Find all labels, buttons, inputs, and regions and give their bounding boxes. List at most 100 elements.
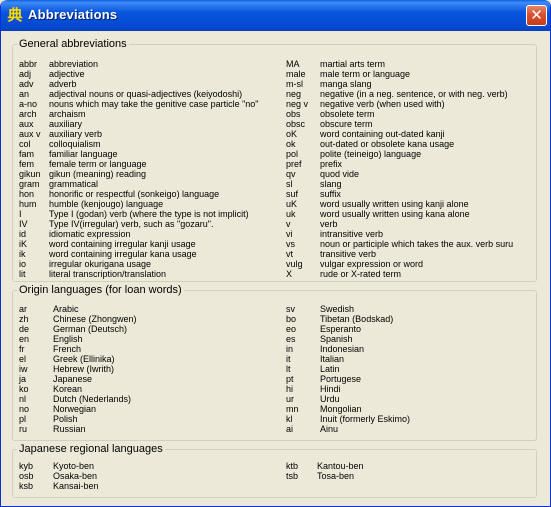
- abbreviation-description: Chinese (Zhongwen): [53, 314, 137, 324]
- abbreviation-row: de German (Deutsch): [19, 324, 137, 334]
- abbreviation-row: fem female term or language: [19, 159, 259, 169]
- close-button[interactable]: ✕: [526, 5, 547, 26]
- abbreviation-row: ok out-dated or obsolete kana usage: [286, 139, 513, 149]
- title-bar[interactable]: 典 Abbreviations ✕: [1, 0, 550, 31]
- abbreviation-code: I: [19, 209, 22, 219]
- abbreviation-row: sv Swedish: [286, 304, 410, 314]
- abbreviation-code: id: [19, 229, 27, 239]
- abbreviation-code: qv: [286, 169, 296, 179]
- abbreviation-row: ik word containing irregular kana usage: [19, 249, 259, 259]
- abbreviation-description: Arabic: [53, 304, 79, 314]
- regional-languages-legend: Japanese regional languages: [19, 443, 163, 455]
- abbreviation-description: colloquialism: [49, 139, 101, 149]
- abbreviation-row: mn Mongolian: [286, 404, 410, 414]
- abbreviation-code: sv: [286, 304, 295, 314]
- abbreviation-code: fem: [19, 159, 35, 169]
- abbreviation-code: fr: [19, 344, 25, 354]
- abbreviation-row: id idiomatic expression: [19, 229, 259, 239]
- abbreviation-row: uk word usually written using kana alone: [286, 209, 513, 219]
- abbreviation-code: hi: [286, 384, 294, 394]
- abbreviations-window: 典 Abbreviations ✕ General abbreviations …: [0, 0, 551, 507]
- abbreviation-row: pref prefix: [286, 159, 513, 169]
- abbreviation-code: ar: [19, 304, 28, 314]
- abbreviation-row: ko Korean: [19, 384, 137, 394]
- abbreviation-code: nl: [19, 394, 27, 404]
- abbreviation-row: male male term or language: [286, 69, 513, 79]
- abbreviation-description: Latin: [320, 364, 340, 374]
- abbreviation-row: abbr abbreviation: [19, 59, 259, 69]
- abbreviation-description: martial arts term: [320, 59, 386, 69]
- abbreviation-code: ok: [286, 139, 296, 149]
- abbreviation-row: pol polite (teineigo) language: [286, 149, 513, 159]
- general-left-column: abbr abbreviation adj adjective adv adverb an a…: [19, 59, 259, 279]
- abbreviation-description: noun or participle which takes the aux. …: [320, 239, 514, 249]
- abbreviation-description: female term or language: [49, 159, 147, 169]
- abbreviation-description: literal transcription/translation: [49, 269, 167, 279]
- abbreviation-row: pt Portugese: [286, 374, 410, 384]
- regional-right-column: ktb Kantou-ben tsb Tosa-ben: [286, 461, 364, 481]
- abbreviation-description: adjective: [49, 69, 85, 79]
- abbreviation-code: m-sl: [286, 79, 303, 89]
- abbreviation-description: suffix: [320, 189, 341, 199]
- abbreviation-row: I Type I (godan) verb (where the type is …: [19, 209, 259, 219]
- abbreviation-description: verb: [320, 219, 338, 229]
- abbreviation-description: nouns which may take the genitive case p…: [49, 99, 259, 109]
- abbreviation-row: el Greek (Ellinika): [19, 354, 137, 364]
- origin-left-column: ar Arabic zh Chinese (Zhongwen) de German (De…: [19, 304, 137, 434]
- abbreviation-row: aux auxiliary: [19, 119, 259, 129]
- abbreviation-code: uk: [286, 209, 296, 219]
- abbreviation-description: prefix: [320, 159, 343, 169]
- abbreviation-description: honorific or respectful (sonkeigo) langu…: [49, 189, 220, 199]
- abbreviation-description: German (Deutsch): [53, 324, 128, 334]
- abbreviation-code: uK: [286, 199, 298, 209]
- abbreviation-code: ur: [286, 394, 295, 404]
- abbreviation-row: bo Tibetan (Bodskad): [286, 314, 410, 324]
- abbreviation-row: osb Osaka-ben: [19, 471, 99, 481]
- abbreviation-description: intransitive verb: [320, 229, 384, 239]
- abbreviation-code: bo: [286, 314, 297, 324]
- abbreviation-row: aux v auxiliary verb: [19, 129, 259, 139]
- abbreviation-description: Type IV(irregular) verb, such as "gozaru…: [49, 219, 214, 229]
- abbreviation-row: eo Esperanto: [286, 324, 410, 334]
- abbreviation-code: neg: [286, 89, 302, 99]
- abbreviation-description: Mongolian: [320, 404, 362, 414]
- abbreviation-code: pol: [286, 149, 299, 159]
- abbreviation-row: arch archaism: [19, 109, 259, 119]
- abbreviation-code: male: [286, 69, 306, 79]
- abbreviation-description: grammatical: [49, 179, 99, 189]
- abbreviation-row: neg negative (in a neg. sentence, or with…: [286, 89, 513, 99]
- abbreviation-row: hi Hindi: [286, 384, 410, 394]
- abbreviation-row: vi intransitive verb: [286, 229, 513, 239]
- abbreviation-code: vs: [286, 239, 295, 249]
- abbreviation-row: in Indonesian: [286, 344, 410, 354]
- abbreviation-code: en: [19, 334, 30, 344]
- abbreviation-row: vt transitive verb: [286, 249, 513, 259]
- abbreviation-row: obsc obscure term: [286, 119, 513, 129]
- origin-right-column: sv Swedish bo Tibetan (Bodskad) eo Esperanto e…: [286, 304, 410, 434]
- abbreviation-code: abbr: [19, 59, 38, 69]
- kanji-app-icon: 典: [7, 6, 23, 24]
- abbreviation-row: neg v negative verb (when used with): [286, 99, 513, 109]
- abbreviation-description: Russian: [53, 424, 86, 434]
- abbreviation-description: manga slang: [320, 79, 372, 89]
- abbreviation-description: male term or language: [320, 69, 411, 79]
- abbreviation-description: transitive verb: [320, 249, 377, 259]
- abbreviation-description: negative (in a neg. sentence, or with ne…: [320, 89, 508, 99]
- abbreviation-code: ru: [19, 424, 28, 434]
- abbreviation-row: col colloquialism: [19, 139, 259, 149]
- abbreviation-description: Tibetan (Bodskad): [320, 314, 394, 324]
- abbreviation-description: Tosa-ben: [317, 471, 355, 481]
- abbreviation-code: MA: [286, 59, 300, 69]
- abbreviation-row: it Italian: [286, 354, 410, 364]
- abbreviation-row: iK word containing irregular kanji usage: [19, 239, 259, 249]
- abbreviation-code: oK: [286, 129, 298, 139]
- abbreviation-code: obsc: [286, 119, 306, 129]
- abbreviation-description: vulgar expression or word: [320, 259, 424, 269]
- abbreviation-description: Dutch (Nederlands): [53, 394, 132, 404]
- abbreviation-code: iw: [19, 364, 28, 374]
- abbreviation-description: English: [53, 334, 83, 344]
- abbreviation-code: ai: [286, 424, 294, 434]
- abbreviation-description: Inuit (formerly Eskimo): [320, 414, 411, 424]
- abbreviation-code: kl: [286, 414, 293, 424]
- abbreviation-code: lit: [19, 269, 26, 279]
